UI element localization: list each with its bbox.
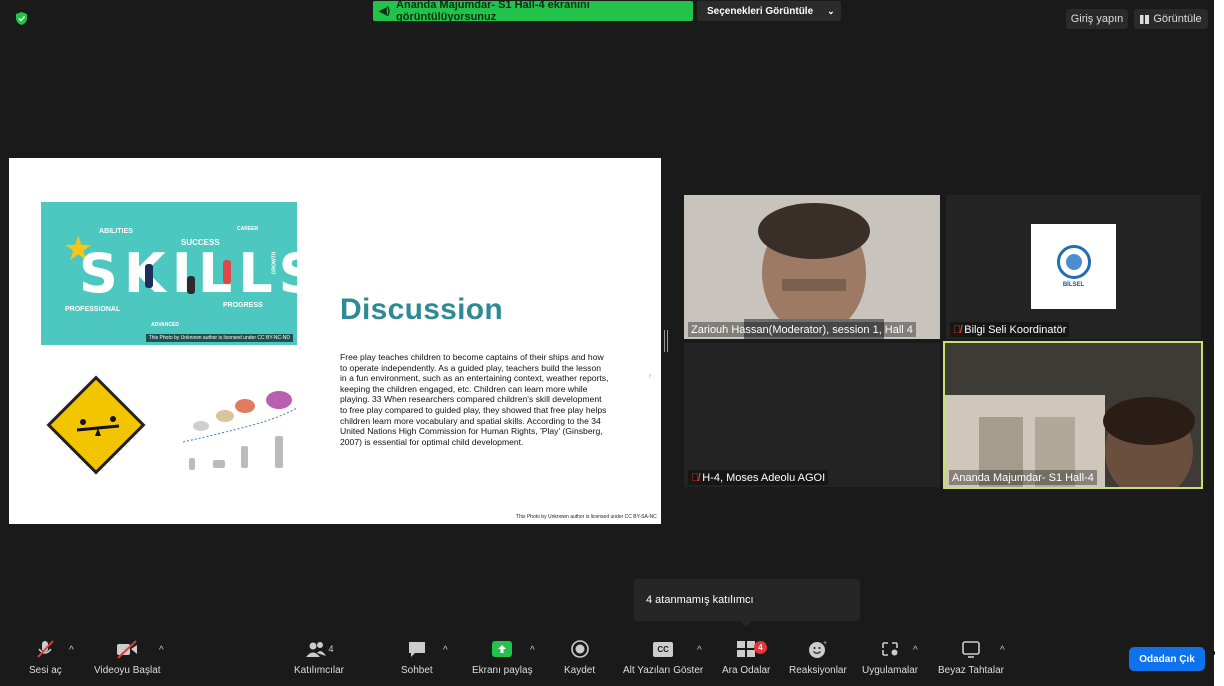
participants-button[interactable]: 4 Katılımcılar bbox=[294, 638, 344, 676]
share-screen-label: Ekranı paylaş bbox=[472, 665, 533, 676]
screen-share-banner: ◀) Ananda Majumdar- S1 Hall-4 ekranını g… bbox=[373, 0, 693, 23]
participant-name-label: 🎙̸ H-4, Moses Adeolu AGOI bbox=[688, 470, 829, 485]
slide-image-credit: This Photo by Unknown author is licensed… bbox=[516, 514, 657, 520]
chat-icon bbox=[407, 638, 427, 660]
video-tile[interactable]: Zariouh Hassan(Moderator), session 1, Ha… bbox=[684, 195, 940, 339]
shared-screen-slide: ★ ABILITIES SUCCESS CAREER GROWTH SKILLS… bbox=[9, 158, 661, 524]
trailing-comma: , bbox=[1212, 640, 1217, 657]
tooltip-text: 4 atanmamış katılımcı bbox=[646, 594, 754, 606]
chevron-up-icon[interactable]: ^ bbox=[1000, 645, 1005, 656]
start-video-label: Videoyu Başlat bbox=[94, 665, 161, 676]
advanced-tag: ADVANCED bbox=[151, 322, 179, 328]
reactions-button[interactable]: + Reaksiyonlar bbox=[789, 638, 847, 676]
reactions-label: Reaksiyonlar bbox=[789, 665, 847, 676]
person-figure bbox=[145, 264, 153, 288]
person-figure bbox=[187, 276, 195, 294]
chevron-up-icon[interactable]: ^ bbox=[530, 645, 535, 656]
layout-grid-icon bbox=[1140, 14, 1150, 24]
slide-title: Discussion bbox=[340, 293, 504, 326]
view-options-button[interactable]: Seçenekleri Görüntüle ⌄ bbox=[697, 1, 841, 21]
participant-name-label: Ananda Majumdar- S1 Hall-4 bbox=[949, 470, 1097, 485]
leave-room-button[interactable]: Odadan Çık bbox=[1129, 647, 1205, 671]
video-tile[interactable]: 🎙̸ H-4, Moses Adeolu AGOI bbox=[684, 343, 940, 487]
video-tile[interactable]: BİLSEL 🎙̸ Bilgi Seli Koordinatör bbox=[946, 195, 1201, 339]
muted-mic-icon bbox=[34, 638, 56, 660]
unmute-label: Sesi aç bbox=[29, 665, 62, 676]
skills-word: SKILLS bbox=[79, 242, 297, 305]
apps-button[interactable]: Uygulamalar bbox=[862, 638, 918, 676]
chevron-up-icon[interactable]: ^ bbox=[159, 645, 164, 656]
participant-name-label: Zariouh Hassan(Moderator), session 1, Ha… bbox=[688, 322, 916, 337]
whiteboards-button[interactable]: Beyaz Tahtalar bbox=[938, 638, 1004, 676]
participants-label: Katılımcılar bbox=[294, 665, 345, 676]
whiteboard-icon bbox=[960, 638, 982, 660]
professional-tag: PROFESSIONAL bbox=[65, 306, 121, 313]
skills-illustration: ★ ABILITIES SUCCESS CAREER GROWTH SKILLS… bbox=[41, 202, 297, 345]
chevron-up-icon[interactable]: ^ bbox=[697, 645, 702, 656]
chevron-up-icon[interactable]: ^ bbox=[69, 645, 74, 656]
participants-count: 4 bbox=[328, 644, 334, 654]
breakout-count-badge: 4 bbox=[754, 641, 767, 654]
start-video-button[interactable]: Videoyu Başlat bbox=[94, 638, 161, 676]
chat-label: Sohbet bbox=[401, 665, 433, 676]
leave-room-label: Odadan Çık bbox=[1139, 653, 1195, 665]
speaker-icon: ◀) bbox=[379, 5, 391, 17]
mouse-cursor-icon bbox=[649, 374, 652, 379]
view-layout-button[interactable]: Görüntüle bbox=[1134, 9, 1208, 29]
zoom-meeting-window: ◀) Ananda Majumdar- S1 Hall-4 ekranını g… bbox=[0, 0, 1214, 686]
child-development-illustration bbox=[182, 391, 298, 470]
view-options-label: Seçenekleri Görüntüle bbox=[707, 5, 814, 17]
participant-name-label: 🎙̸ Bilgi Seli Koordinatör bbox=[950, 322, 1070, 337]
breakout-rooms-label: Ara Odalar bbox=[722, 665, 771, 676]
share-screen-button[interactable]: Ekranı paylaş bbox=[472, 638, 533, 676]
chat-button[interactable]: Sohbet bbox=[401, 638, 433, 676]
smiley-plus-icon: + bbox=[807, 638, 829, 660]
participants-icon: 4 bbox=[305, 638, 334, 660]
sign-in-label: Giriş yapın bbox=[1070, 13, 1124, 25]
record-icon bbox=[570, 638, 590, 660]
career-tag: CAREER bbox=[237, 226, 259, 232]
bilsel-logo: BİLSEL bbox=[1031, 224, 1116, 309]
whiteboards-label: Beyaz Tahtalar bbox=[938, 665, 1004, 676]
logo-text: BİLSEL bbox=[1062, 282, 1085, 288]
progress-tag: PROGRESS bbox=[223, 302, 263, 309]
image-credit: This Photo by Unknown author is licensed… bbox=[145, 334, 293, 342]
show-captions-button[interactable]: CC Alt Yazıları Göster bbox=[623, 638, 703, 676]
muted-mic-icon: 🎙̸ bbox=[953, 323, 962, 336]
split-view-handle[interactable] bbox=[664, 330, 668, 352]
record-label: Kaydet bbox=[564, 665, 596, 676]
record-button[interactable]: Kaydet bbox=[564, 638, 595, 676]
apps-label: Uygulamalar bbox=[862, 665, 919, 676]
slide-body-text: Free play teaches children to become cap… bbox=[340, 352, 609, 447]
active-speaker-tile[interactable]: Ananda Majumdar- S1 Hall-4 bbox=[943, 341, 1203, 489]
abilities-tag: ABILITIES bbox=[99, 228, 133, 235]
view-layout-label: Görüntüle bbox=[1153, 13, 1202, 25]
shield-icon[interactable] bbox=[16, 12, 27, 25]
sign-in-button[interactable]: Giriş yapın bbox=[1066, 9, 1128, 29]
unmute-button[interactable]: Sesi aç bbox=[29, 638, 62, 676]
muted-mic-icon: 🎙̸ bbox=[691, 471, 700, 484]
show-captions-label: Alt Yazıları Göster bbox=[623, 665, 704, 676]
share-banner-text: Ananda Majumdar- S1 Hall-4 ekranını görü… bbox=[396, 0, 590, 23]
chevron-up-icon[interactable]: ^ bbox=[913, 645, 918, 656]
share-screen-icon bbox=[491, 638, 513, 660]
person-figure bbox=[223, 260, 231, 284]
svg-text:+: + bbox=[823, 640, 827, 647]
apps-icon bbox=[879, 638, 901, 660]
participant-video bbox=[945, 343, 1201, 487]
participant-video bbox=[684, 195, 940, 339]
closed-captions-icon: CC bbox=[653, 638, 674, 660]
seesaw-icon bbox=[76, 416, 120, 436]
chevron-up-icon[interactable]: ^ bbox=[443, 645, 448, 656]
video-off-icon bbox=[115, 638, 139, 660]
unassigned-participants-tooltip: 4 atanmamış katılımcı bbox=[634, 579, 860, 627]
chevron-down-icon: ⌄ bbox=[827, 5, 835, 16]
